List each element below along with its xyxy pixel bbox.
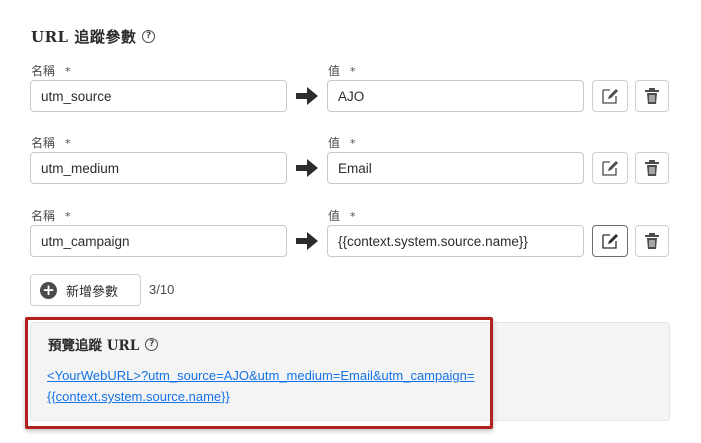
param-value-input-3[interactable]: {{context.system.source.name}} bbox=[327, 225, 584, 257]
value-label-1: 值 * bbox=[328, 62, 356, 79]
required-marker: * bbox=[65, 137, 71, 150]
preview-title: 預覽追蹤 URL ? bbox=[48, 334, 159, 354]
param-name-input-1[interactable]: utm_source bbox=[30, 80, 287, 112]
name-label-2: 名稱 * bbox=[31, 134, 71, 151]
preview-url-line-2: {{context.system.source.name}} bbox=[47, 389, 230, 404]
add-parameter-label: 新增參數 bbox=[66, 284, 119, 300]
value-label-2: 值 * bbox=[328, 134, 356, 151]
edit-icon bbox=[602, 161, 618, 176]
section-title: URL 追蹤參數 ? bbox=[31, 26, 156, 47]
section-title-text: URL 追蹤參數 bbox=[31, 28, 137, 46]
name-label-text: 名稱 bbox=[31, 209, 56, 223]
preview-url-link[interactable]: <YourWebURL>?utm_source=AJO&utm_medium=E… bbox=[47, 365, 487, 407]
preview-url-line-1: <YourWebURL>?utm_source=AJO&utm_medium=E… bbox=[47, 368, 475, 383]
edit-icon bbox=[602, 89, 618, 104]
value-label-text: 值 bbox=[328, 136, 341, 150]
required-marker: * bbox=[350, 137, 356, 150]
delete-button-2[interactable] bbox=[635, 152, 669, 184]
param-name-value: utm_medium bbox=[41, 160, 120, 176]
help-circle-icon[interactable]: ? bbox=[145, 337, 159, 351]
arrow-right-icon bbox=[296, 87, 318, 105]
param-value-input-1[interactable]: AJO bbox=[327, 80, 584, 112]
delete-button-3[interactable] bbox=[635, 225, 669, 257]
edit-button-2[interactable] bbox=[592, 152, 628, 184]
param-name-value: utm_campaign bbox=[41, 233, 130, 249]
required-marker: * bbox=[350, 65, 356, 78]
arrow-right-icon bbox=[296, 232, 318, 250]
param-value-value: {{context.system.source.name}} bbox=[338, 233, 528, 249]
add-parameter-button[interactable]: + 新增參數 bbox=[30, 274, 141, 306]
required-marker: * bbox=[350, 210, 356, 223]
name-label-3: 名稱 * bbox=[31, 207, 71, 224]
preview-title-text: 預覽追蹤 URL bbox=[48, 338, 140, 354]
param-name-input-3[interactable]: utm_campaign bbox=[30, 225, 287, 257]
trash-icon bbox=[645, 160, 659, 176]
param-name-value: utm_source bbox=[41, 88, 112, 104]
edit-button-3[interactable] bbox=[592, 225, 628, 257]
edit-icon bbox=[602, 234, 618, 249]
trash-icon bbox=[645, 88, 659, 104]
delete-button-1[interactable] bbox=[635, 80, 669, 112]
help-circle-icon[interactable]: ? bbox=[142, 30, 156, 43]
required-marker: * bbox=[65, 65, 71, 78]
trash-icon bbox=[645, 233, 659, 249]
name-label-text: 名稱 bbox=[31, 64, 56, 78]
param-value-input-2[interactable]: Email bbox=[327, 152, 584, 184]
required-marker: * bbox=[65, 210, 71, 223]
arrow-right-icon bbox=[296, 159, 318, 177]
edit-button-1[interactable] bbox=[592, 80, 628, 112]
name-label-text: 名稱 bbox=[31, 136, 56, 150]
name-label-1: 名稱 * bbox=[31, 62, 71, 79]
value-label-text: 值 bbox=[328, 64, 341, 78]
value-label-3: 值 * bbox=[328, 207, 356, 224]
parameter-count: 3/10 bbox=[149, 282, 175, 297]
add-circle-icon: + bbox=[40, 281, 57, 299]
value-label-text: 值 bbox=[328, 209, 341, 223]
param-value-value: Email bbox=[338, 160, 372, 176]
param-name-input-2[interactable]: utm_medium bbox=[30, 152, 287, 184]
param-value-value: AJO bbox=[338, 88, 365, 104]
